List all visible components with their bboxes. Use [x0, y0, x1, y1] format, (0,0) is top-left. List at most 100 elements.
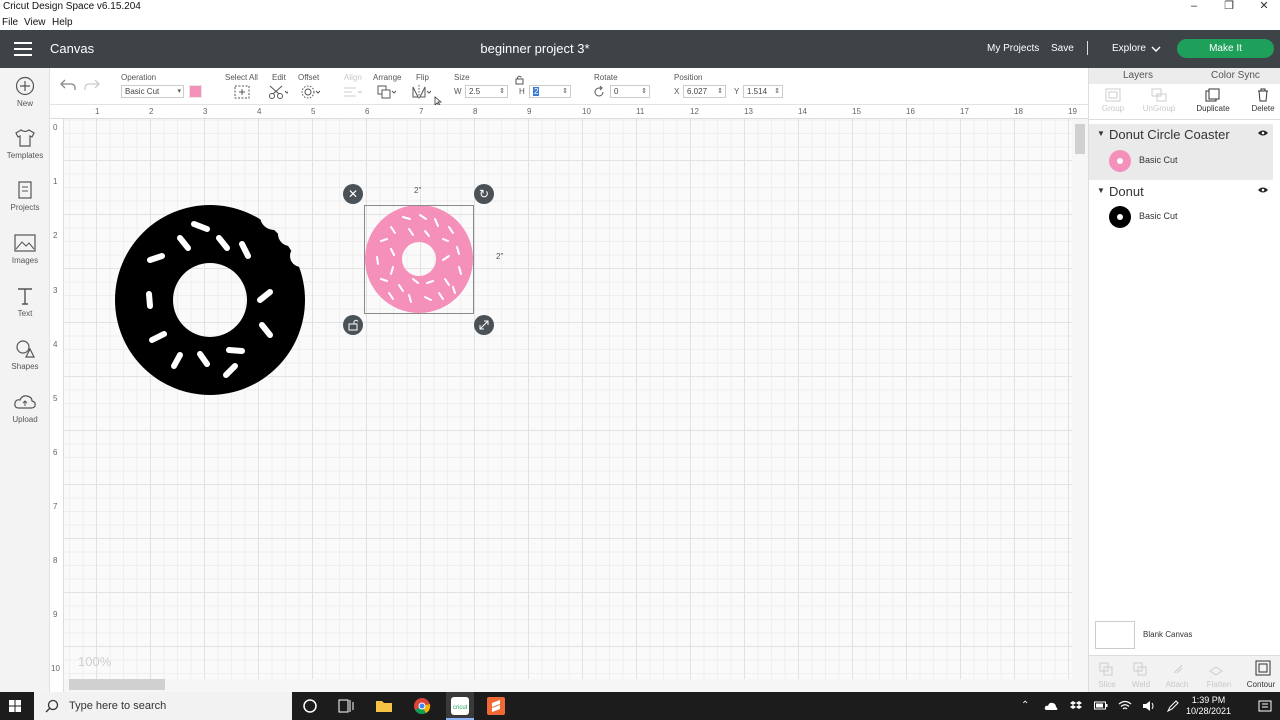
- battery-icon[interactable]: [1094, 701, 1108, 711]
- wifi-icon[interactable]: [1118, 700, 1132, 712]
- layer-group-donut-circle-coaster[interactable]: ▼ Donut Circle Coaster: [1089, 125, 1273, 145]
- ruler-tick: 9: [527, 107, 532, 116]
- dropbox-icon[interactable]: [1070, 700, 1082, 712]
- tool-shapes[interactable]: Shapes: [0, 339, 50, 371]
- explore-link[interactable]: Explore: [1112, 43, 1146, 54]
- my-projects-link[interactable]: My Projects: [987, 43, 1039, 54]
- taskbar-search[interactable]: Type here to search: [34, 692, 292, 720]
- zoom-level[interactable]: 100%: [78, 654, 111, 669]
- eye-icon[interactable]: [1257, 186, 1269, 194]
- caret-down-icon[interactable]: ▼: [1097, 129, 1105, 138]
- tool-upload[interactable]: Upload: [0, 392, 50, 424]
- scroll-thumb[interactable]: [69, 679, 165, 690]
- menu-file[interactable]: File: [2, 17, 18, 28]
- ungroup-button[interactable]: UnGroup: [1135, 88, 1183, 113]
- pen-icon[interactable]: [1166, 699, 1180, 713]
- selection-bounding-box: [364, 205, 474, 314]
- tool-projects[interactable]: Projects: [0, 180, 50, 212]
- ruler-tick: 8: [53, 556, 58, 565]
- arrange-icon[interactable]: [376, 84, 396, 100]
- offset-icon[interactable]: [300, 84, 320, 100]
- width-input[interactable]: 2.5 ⇕: [465, 85, 508, 98]
- resize-handle-icon[interactable]: [474, 315, 494, 335]
- projects-icon: [18, 181, 32, 199]
- make-it-button[interactable]: Make It: [1177, 39, 1274, 58]
- ruler-tick: 0: [53, 123, 58, 132]
- ruler-tick: 13: [744, 107, 753, 116]
- attach-icon: [1173, 664, 1183, 674]
- align-label: Align: [344, 73, 362, 82]
- eye-icon[interactable]: [1257, 129, 1269, 137]
- file-explorer-icon[interactable]: [374, 696, 394, 716]
- ruler-tick: 8: [473, 107, 478, 116]
- flip-icon[interactable]: [411, 84, 431, 100]
- lock-icon[interactable]: [515, 75, 524, 85]
- bottom-layer-actions: Slice Weld Attach Flatten Contour: [1089, 655, 1280, 692]
- menu-help[interactable]: Help: [52, 17, 73, 28]
- task-view-icon[interactable]: [336, 696, 356, 716]
- donut-black-image[interactable]: [114, 204, 306, 396]
- rotate-handle-icon[interactable]: ↻: [474, 184, 494, 204]
- notification-icon[interactable]: [1258, 699, 1272, 713]
- vertical-scrollbar[interactable]: [1072, 119, 1088, 692]
- rotate-label: Rotate: [594, 73, 618, 82]
- operation-select[interactable]: Basic Cut ▾: [121, 85, 184, 98]
- operation-color-swatch[interactable]: [189, 85, 202, 98]
- x-position-input[interactable]: 6.027 ⇕: [683, 85, 726, 98]
- offset-label: Offset: [298, 73, 320, 82]
- layer-item[interactable]: Basic Cut: [1089, 203, 1273, 231]
- cricut-icon: cricut: [451, 697, 469, 715]
- delete-button[interactable]: Delete: [1239, 88, 1280, 113]
- flatten-button[interactable]: Flatten: [1201, 680, 1237, 689]
- y-position-input[interactable]: 1.514 ⇕: [743, 85, 783, 98]
- blank-canvas-swatch[interactable]: [1095, 621, 1135, 649]
- contour-button[interactable]: Contour: [1243, 680, 1279, 689]
- onedrive-icon[interactable]: [1044, 701, 1058, 711]
- volume-icon[interactable]: [1142, 700, 1156, 712]
- layer-group-donut[interactable]: ▼ Donut: [1089, 182, 1273, 202]
- undo-icon[interactable]: [59, 78, 77, 92]
- caret-down-icon[interactable]: ▼: [1097, 186, 1105, 195]
- layer-item[interactable]: Basic Cut: [1089, 147, 1273, 175]
- width-value: 2.5: [469, 87, 481, 96]
- close-window-button[interactable]: ✕: [1246, 0, 1280, 15]
- sublime-icon[interactable]: [486, 696, 506, 716]
- weld-button[interactable]: Weld: [1123, 680, 1159, 689]
- flatten-icon: [1209, 666, 1223, 676]
- maximize-button[interactable]: ❐: [1211, 0, 1247, 15]
- ruler-tick: 7: [53, 502, 58, 511]
- menu-view[interactable]: View: [24, 17, 46, 28]
- attach-button[interactable]: Attach: [1159, 680, 1195, 689]
- edit-scissors-icon[interactable]: [268, 84, 288, 100]
- selection-height-label: 2": [496, 252, 504, 261]
- height-input[interactable]: 2 ⇕: [529, 85, 571, 98]
- windows-start-icon[interactable]: [9, 700, 21, 712]
- tool-templates[interactable]: Templates: [0, 128, 50, 160]
- save-link[interactable]: Save: [1051, 43, 1074, 54]
- cricut-taskbar-button[interactable]: cricut: [446, 692, 474, 720]
- slice-button[interactable]: Slice: [1089, 680, 1125, 689]
- delete-handle-icon[interactable]: ✕: [343, 184, 363, 204]
- duplicate-button[interactable]: Duplicate: [1189, 88, 1237, 113]
- group-button[interactable]: Group: [1089, 88, 1137, 113]
- select-all-icon[interactable]: [232, 84, 252, 100]
- cortana-icon[interactable]: [300, 696, 320, 716]
- design-canvas[interactable]: [64, 119, 1072, 679]
- minimize-button[interactable]: –: [1176, 0, 1212, 15]
- tool-images[interactable]: Images: [0, 233, 50, 265]
- tab-layers[interactable]: Layers: [1123, 70, 1153, 81]
- tool-new[interactable]: New: [0, 76, 50, 108]
- tray-chevron-up-icon[interactable]: ⌃: [1021, 700, 1029, 711]
- scroll-thumb[interactable]: [1075, 124, 1085, 154]
- unlock-handle-icon[interactable]: [343, 315, 363, 335]
- tab-color-sync[interactable]: Color Sync: [1211, 70, 1260, 81]
- ungroup-label: UnGroup: [1142, 104, 1176, 113]
- redo-icon[interactable]: [83, 78, 101, 92]
- tool-text[interactable]: Text: [0, 286, 50, 318]
- horizontal-scrollbar[interactable]: [64, 679, 1072, 692]
- taskbar-clock[interactable]: 1:39 PM 10/28/2021: [1186, 695, 1231, 717]
- tool-label: Text: [17, 309, 33, 318]
- chrome-icon[interactable]: [412, 696, 432, 716]
- rotate-input[interactable]: 0 ⇕: [610, 85, 650, 98]
- chevron-down-icon: [1151, 46, 1161, 52]
